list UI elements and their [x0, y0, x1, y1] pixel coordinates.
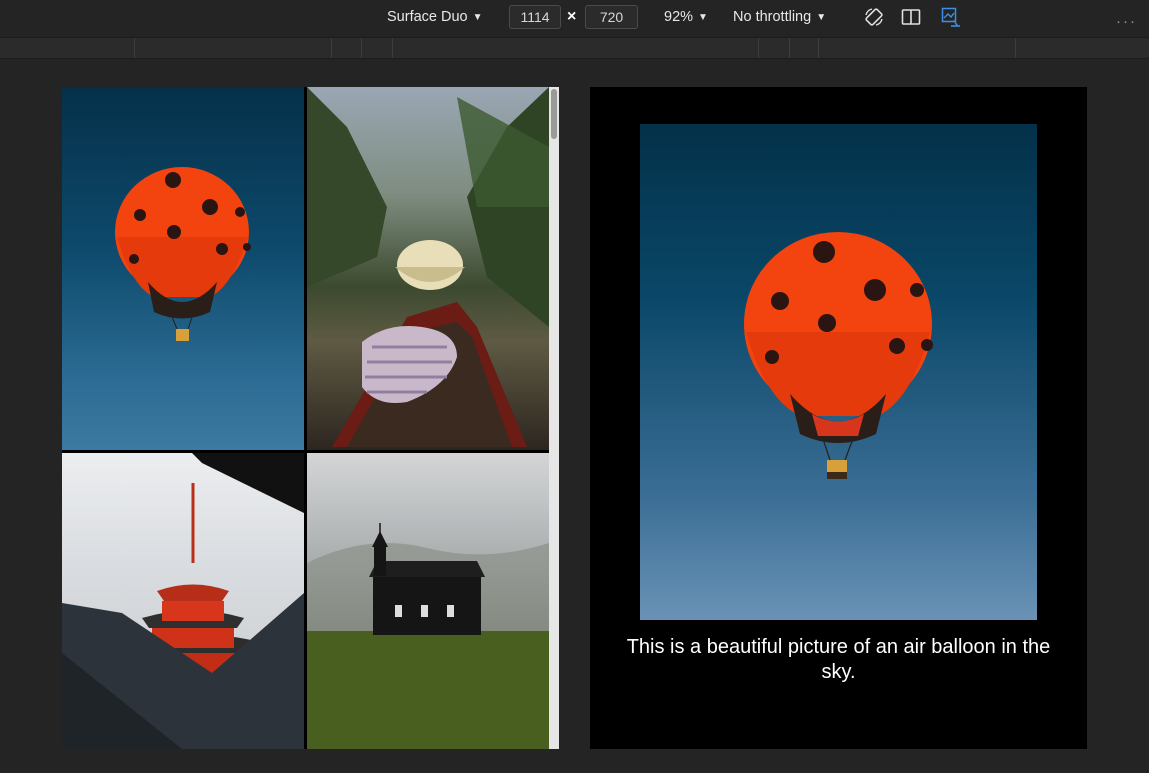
- balloon-detail-photo: [744, 232, 933, 479]
- dimension-separator: ×: [567, 8, 577, 25]
- gallery-image-balloon[interactable]: [62, 87, 304, 450]
- gallery-image-church[interactable]: [307, 453, 549, 749]
- image-caption: This is a beautiful picture of an air ba…: [626, 636, 1051, 683]
- gallery-screen: [62, 87, 559, 749]
- throttling-select[interactable]: No throttling ▼: [733, 0, 826, 34]
- balloon-photo: [115, 167, 251, 341]
- height-input[interactable]: 720: [585, 5, 638, 29]
- church-photo: [307, 523, 549, 749]
- detail-screen: This is a beautiful picture of an air ba…: [590, 87, 1087, 749]
- gallery-image-boat[interactable]: [307, 87, 549, 450]
- chevron-down-icon: ▼: [698, 11, 708, 23]
- pagoda-photo: [62, 453, 304, 749]
- chevron-down-icon: ▼: [472, 11, 483, 23]
- media-query-ruler: [0, 37, 1149, 59]
- inspect-media-icon[interactable]: [940, 6, 962, 28]
- device-toolbar: Surface Duo ▼ 1114 × 720 92% ▼ No thrott…: [0, 0, 1149, 37]
- dual-screen-icon[interactable]: [900, 6, 922, 28]
- rotate-icon[interactable]: [863, 6, 885, 28]
- throttling-label: No throttling: [733, 9, 812, 25]
- detail-image-balloon: [640, 124, 1037, 620]
- device-label: Surface Duo: [387, 9, 468, 25]
- device-select[interactable]: Surface Duo ▼: [387, 0, 483, 34]
- zoom-select[interactable]: 92% ▼: [664, 0, 708, 34]
- gallery-image-pagoda[interactable]: [62, 453, 304, 749]
- gallery-scrollbar[interactable]: [549, 87, 559, 749]
- zoom-label: 92%: [664, 9, 694, 25]
- more-icon[interactable]: ···: [1116, 4, 1137, 38]
- scrollbar-thumb[interactable]: [551, 89, 557, 139]
- boat-photo: [307, 87, 549, 447]
- chevron-down-icon: ▼: [816, 11, 827, 23]
- width-input[interactable]: 1114: [509, 5, 561, 29]
